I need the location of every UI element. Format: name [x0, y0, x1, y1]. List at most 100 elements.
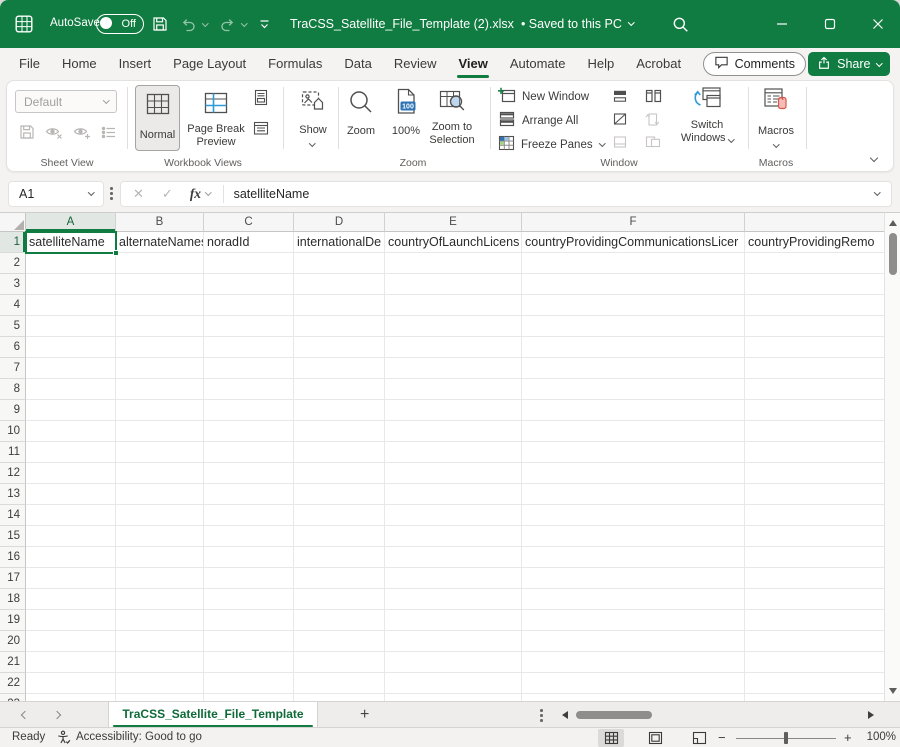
cell-E10[interactable] [385, 421, 522, 442]
cell-B8[interactable] [116, 379, 204, 400]
column-header-7[interactable] [745, 213, 884, 232]
cell-F14[interactable] [522, 505, 745, 526]
cell-D23[interactable] [294, 694, 385, 701]
formula-content[interactable]: satelliteName [224, 187, 875, 201]
ribbon-tab-home[interactable]: Home [51, 48, 108, 80]
cell-B3[interactable] [116, 274, 204, 295]
cell-E13[interactable] [385, 484, 522, 505]
new-window-button[interactable]: New Window [498, 87, 589, 106]
cell-E5[interactable] [385, 316, 522, 337]
row-header-10[interactable]: 10 [0, 421, 26, 442]
cell-C11[interactable] [204, 442, 294, 463]
expand-formula-bar-icon[interactable] [874, 189, 880, 195]
row-header-15[interactable]: 15 [0, 526, 26, 547]
cell-E11[interactable] [385, 442, 522, 463]
cell-D5[interactable] [294, 316, 385, 337]
cell-B15[interactable] [116, 526, 204, 547]
cell-D17[interactable] [294, 568, 385, 589]
cell-col718[interactable] [745, 589, 884, 610]
cell-C8[interactable] [204, 379, 294, 400]
cell-E8[interactable] [385, 379, 522, 400]
cell-col79[interactable] [745, 400, 884, 421]
column-header-C[interactable]: C [204, 213, 294, 232]
cell-A15[interactable] [26, 526, 116, 547]
row-header-1[interactable]: 1 [0, 232, 26, 253]
cell-A7[interactable] [26, 358, 116, 379]
vertical-scroll-thumb[interactable] [889, 233, 897, 275]
zoom-button[interactable]: Zoom [341, 85, 381, 151]
cell-A13[interactable] [26, 484, 116, 505]
undo-dropdown-icon[interactable] [202, 20, 208, 26]
cell-col78[interactable] [745, 379, 884, 400]
column-header-B[interactable]: B [116, 213, 204, 232]
column-header-E[interactable]: E [385, 213, 522, 232]
cell-F10[interactable] [522, 421, 745, 442]
cell-D11[interactable] [294, 442, 385, 463]
freeze-panes-button[interactable]: Freeze Panes [498, 135, 604, 154]
status-page-layout-button[interactable] [642, 729, 668, 747]
minimize-button[interactable] [765, 0, 799, 48]
zoom-percentage[interactable]: 100% [858, 731, 896, 743]
cell-B22[interactable] [116, 673, 204, 694]
sheet-view-dropdown[interactable]: Default [15, 90, 117, 113]
page-break-preview-button[interactable]: Page Break Preview [183, 85, 249, 151]
cell-B11[interactable] [116, 442, 204, 463]
cell-col716[interactable] [745, 547, 884, 568]
cell-E21[interactable] [385, 652, 522, 673]
sheet-view-options-icon[interactable] [101, 126, 117, 144]
row-header-6[interactable]: 6 [0, 337, 26, 358]
cell-A16[interactable] [26, 547, 116, 568]
custom-views-icon[interactable] [253, 121, 269, 141]
cell-D12[interactable] [294, 463, 385, 484]
row-header-2[interactable]: 2 [0, 253, 26, 274]
cell-A20[interactable] [26, 631, 116, 652]
cell-C13[interactable] [204, 484, 294, 505]
row-header-4[interactable]: 4 [0, 295, 26, 316]
arrange-all-button[interactable]: Arrange All [498, 111, 578, 130]
cell-C2[interactable] [204, 253, 294, 274]
cell-A9[interactable] [26, 400, 116, 421]
cell-E4[interactable] [385, 295, 522, 316]
row-header-9[interactable]: 9 [0, 400, 26, 421]
cell-col73[interactable] [745, 274, 884, 295]
cell-B14[interactable] [116, 505, 204, 526]
column-header-D[interactable]: D [294, 213, 385, 232]
cell-C22[interactable] [204, 673, 294, 694]
cell-C4[interactable] [204, 295, 294, 316]
cell-B13[interactable] [116, 484, 204, 505]
formula-bar-splitter[interactable] [110, 187, 113, 200]
maximize-button[interactable] [813, 0, 847, 48]
share-button[interactable]: Share [808, 52, 890, 76]
row-header-17[interactable]: 17 [0, 568, 26, 589]
cell-E15[interactable] [385, 526, 522, 547]
cell-D19[interactable] [294, 610, 385, 631]
redo-icon[interactable] [219, 16, 236, 37]
cell-col722[interactable] [745, 673, 884, 694]
cell-E12[interactable] [385, 463, 522, 484]
vertical-scrollbar[interactable] [884, 212, 900, 701]
cell-col713[interactable] [745, 484, 884, 505]
cell-C15[interactable] [204, 526, 294, 547]
cell-F18[interactable] [522, 589, 745, 610]
insert-function-icon[interactable]: fx [182, 186, 203, 202]
row-header-5[interactable]: 5 [0, 316, 26, 337]
zoom-in-button[interactable]: + [844, 730, 852, 745]
cell-B16[interactable] [116, 547, 204, 568]
row-header-8[interactable]: 8 [0, 379, 26, 400]
cell-F3[interactable] [522, 274, 745, 295]
cell-D4[interactable] [294, 295, 385, 316]
cell-col721[interactable] [745, 652, 884, 673]
row-header-19[interactable]: 19 [0, 610, 26, 631]
cell-E22[interactable] [385, 673, 522, 694]
save-icon[interactable] [152, 16, 168, 37]
cell-B12[interactable] [116, 463, 204, 484]
row-header-11[interactable]: 11 [0, 442, 26, 463]
cell-F23[interactable] [522, 694, 745, 701]
cell-C1[interactable]: noradId [204, 232, 294, 253]
ribbon-tab-page-layout[interactable]: Page Layout [162, 48, 257, 80]
zoom-out-button[interactable]: − [718, 730, 726, 745]
cell-C5[interactable] [204, 316, 294, 337]
saved-status[interactable]: • Saved to this PC [521, 17, 622, 31]
cell-D2[interactable] [294, 253, 385, 274]
cell-E7[interactable] [385, 358, 522, 379]
